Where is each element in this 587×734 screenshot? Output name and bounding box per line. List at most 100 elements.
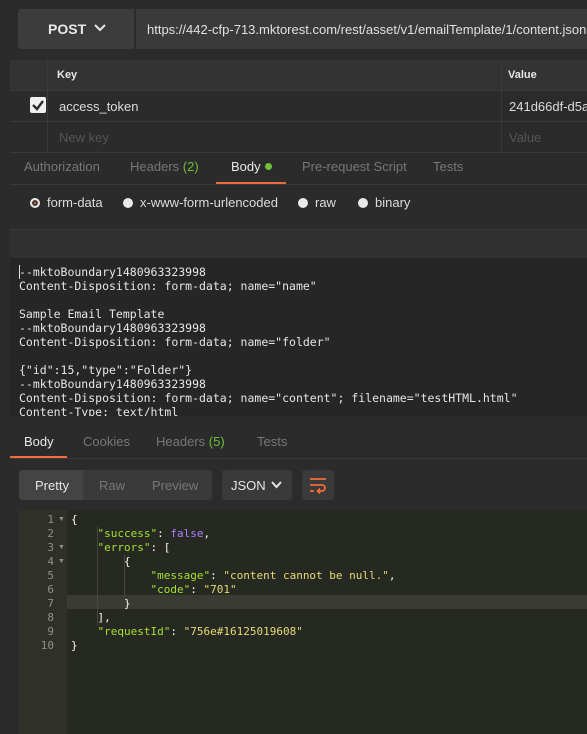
pretty-button[interactable]: Pretty [19,470,83,500]
param-key[interactable]: access_token [59,99,139,114]
tab-response-headers-label: Headers [156,434,206,449]
value-column-header: Value [508,69,537,81]
request-body-editor[interactable]: --mktoBoundary1480963323998 Content-Disp… [10,258,587,416]
body-line: Content-Disposition: form-data; name="na… [19,279,317,293]
radio-icon [123,197,133,208]
format-label: JSON [231,478,266,493]
active-tab-indicator [216,182,286,184]
line-number: 8 [47,611,54,624]
line-number: 1 [47,513,54,526]
checkmark-icon [32,100,44,111]
code-line: "code": "701" [150,583,237,596]
line-number: 9 [47,625,54,638]
line-number: 6 [47,583,54,596]
raw-button[interactable]: Raw [99,478,125,493]
code-line: "message": "content cannot be null.", [150,569,396,582]
chevron-down-icon [271,481,282,489]
tab-tests[interactable]: Tests [433,159,463,174]
tab-body[interactable]: Body [231,159,272,174]
json-value: "756e#16125019608" [183,625,303,638]
chevron-down-icon [94,24,106,32]
json-value: false [170,527,204,540]
fold-arrow-icon[interactable]: ▼ [58,558,65,565]
radio-binary[interactable]: binary [358,195,410,210]
fold-arrow-icon[interactable]: ▼ [58,544,65,551]
radio-selected-icon [30,197,40,208]
response-tabs: Body Cookies Headers (5) Tests [10,424,587,459]
code-line: "requestId": "756e#16125019608" [97,625,303,638]
code-line: } [71,597,131,610]
tab-authorization[interactable]: Authorization [24,159,100,174]
line-number: 4 [47,555,54,568]
line-number: 5 [47,569,54,582]
tab-response-body[interactable]: Body [24,434,54,449]
code-line: } [71,639,78,652]
body-line: --mktoBoundary1480963323998 [19,377,206,391]
body-type-selector: form-data x-www-form-urlencoded raw bina… [10,185,587,229]
json-key: "success" [97,527,158,540]
new-key-input[interactable]: New key [59,130,109,145]
method-label: POST [48,21,87,37]
new-param-row: New key Value [10,122,587,153]
json-key: "requestId" [97,625,171,638]
radio-label: raw [315,195,336,210]
body-line: Content-Disposition: form-data; name="fo… [19,335,331,349]
param-value[interactable]: 241d66df-d5a [509,99,587,114]
body-line: Content-Disposition: form-data; name="co… [19,391,518,405]
method-dropdown[interactable]: POST [18,9,134,49]
radio-form-data[interactable]: form-data [30,195,103,210]
divider-bar [10,229,587,259]
tab-body-label: Body [231,159,261,174]
wrap-lines-icon [310,478,326,494]
request-bar: POST https://442-cfp-713.mktorest.com/re… [0,0,587,60]
json-value: "701" [203,583,237,596]
tab-response-tests[interactable]: Tests [257,434,287,449]
radio-icon [298,197,308,208]
param-row: access_token 241d66df-d5a [10,91,587,122]
json-value: "content cannot be null." [223,569,389,582]
radio-urlencoded[interactable]: x-www-form-urlencoded [123,195,278,210]
url-input[interactable]: https://442-cfp-713.mktorest.com/rest/as… [136,9,587,49]
body-line: Content-Type: text/html [19,405,179,416]
tab-response-headers[interactable]: Headers (5) [156,434,225,449]
params-table: Key Value access_token 241d66df-d5a New … [10,60,587,153]
pretty-label: Pretty [35,478,69,493]
radio-label: binary [375,195,411,210]
line-number: 3 [47,541,54,554]
format-dropdown[interactable]: JSON [222,470,292,500]
tab-cookies[interactable]: Cookies [83,434,130,449]
response-headers-count-badge: (5) [208,434,225,449]
request-tabs: Authorization Headers (2) Body Pre-reque… [10,152,587,185]
body-line: {"id":15,"type":"Folder"} [19,363,193,377]
response-toolbar: Pretty Raw Preview JSON [10,458,587,510]
response-body-viewer[interactable]: 1 2 3 4 5 6 7 8 9 10 ▼ ▼ ▼ { "success": … [19,510,587,734]
radio-label: form-data [47,195,103,210]
line-number: 10 [40,639,54,652]
preview-button[interactable]: Preview [152,478,198,493]
code-line: "errors": [ [97,541,171,554]
tab-headers-label: Headers [130,159,180,174]
line-number: 7 [47,597,54,610]
tab-prerequest-script[interactable]: Pre-request Script [302,159,407,174]
headers-count-badge: (2) [182,159,199,174]
url-text: https://442-cfp-713.mktorest.com/rest/as… [147,21,587,37]
tab-headers[interactable]: Headers (2) [130,159,199,174]
body-line: Sample Email Template [19,307,165,321]
body-line: --mktoBoundary1480963323998 [19,265,206,279]
fold-arrow-icon[interactable]: ▼ [58,516,65,523]
param-checkbox[interactable] [30,97,46,113]
json-key: "code" [150,583,191,596]
body-active-dot [264,163,272,170]
current-line-highlight [67,595,587,609]
radio-label: x-www-form-urlencoded [140,195,278,210]
json-key: "errors" [97,541,151,554]
line-number: 2 [47,527,54,540]
new-value-input[interactable]: Value [509,130,541,145]
radio-raw[interactable]: raw [298,195,336,210]
view-mode-selector: Pretty Raw Preview [19,470,212,500]
code-line: { [71,555,131,568]
wrap-lines-button[interactable] [302,470,334,500]
key-column-header: Key [57,69,78,81]
code-line: { [71,513,78,526]
code-line: "success": false, [97,527,211,540]
